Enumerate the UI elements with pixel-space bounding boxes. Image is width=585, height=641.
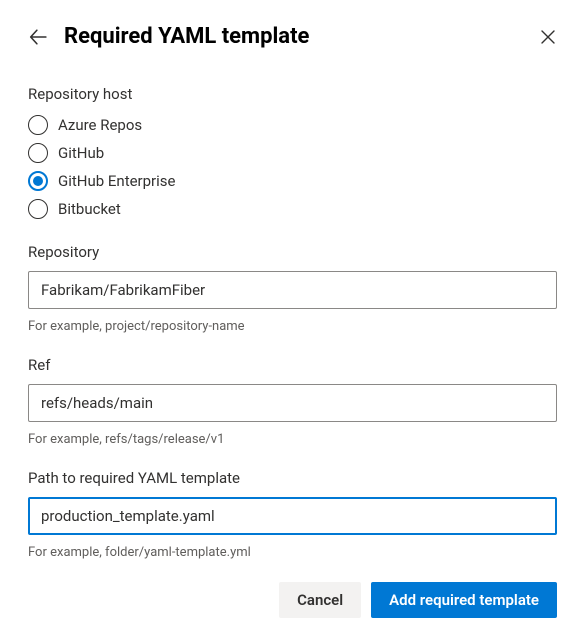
cancel-button[interactable]: Cancel	[279, 582, 361, 618]
ref-hint: For example, refs/tags/release/v1	[28, 432, 557, 447]
path-label: Path to required YAML template	[28, 469, 557, 487]
ref-label: Ref	[28, 356, 557, 374]
close-button[interactable]	[539, 28, 557, 46]
host-label: Repository host	[28, 85, 557, 103]
arrow-left-icon	[29, 28, 47, 46]
dialog-footer: Cancel Add required template	[28, 582, 557, 618]
submit-button[interactable]: Add required template	[371, 582, 557, 618]
ref-input[interactable]	[28, 384, 557, 422]
repository-hint: For example, project/repository-name	[28, 319, 557, 334]
path-hint: For example, folder/yaml-template.yml	[28, 545, 557, 560]
dialog-header: Required YAML template	[28, 24, 557, 49]
radio-dot-icon	[33, 176, 43, 186]
host-option-github-enterprise[interactable]: GitHub Enterprise	[28, 171, 557, 191]
repository-input[interactable]	[28, 271, 557, 309]
host-option-label: Bitbucket	[58, 200, 121, 218]
radio-icon	[28, 115, 48, 135]
radio-icon	[28, 171, 48, 191]
dialog-title: Required YAML template	[64, 24, 309, 49]
radio-icon	[28, 199, 48, 219]
repository-field-group: Repository For example, project/reposito…	[28, 243, 557, 334]
close-icon	[541, 30, 555, 44]
path-input[interactable]	[28, 497, 557, 535]
repository-label: Repository	[28, 243, 557, 261]
host-radio-group: Azure Repos GitHub GitHub Enterprise Bitbuc…	[28, 115, 557, 219]
host-option-label: GitHub	[58, 144, 104, 162]
host-option-azure-repos[interactable]: Azure Repos	[28, 115, 557, 135]
radio-icon	[28, 143, 48, 163]
header-left: Required YAML template	[28, 24, 309, 49]
host-option-github[interactable]: GitHub	[28, 143, 557, 163]
host-option-bitbucket[interactable]: Bitbucket	[28, 199, 557, 219]
host-option-label: Azure Repos	[58, 116, 142, 134]
host-option-label: GitHub Enterprise	[58, 172, 176, 190]
ref-field-group: Ref For example, refs/tags/release/v1	[28, 356, 557, 447]
back-button[interactable]	[28, 27, 48, 47]
path-field-group: Path to required YAML template For examp…	[28, 469, 557, 560]
